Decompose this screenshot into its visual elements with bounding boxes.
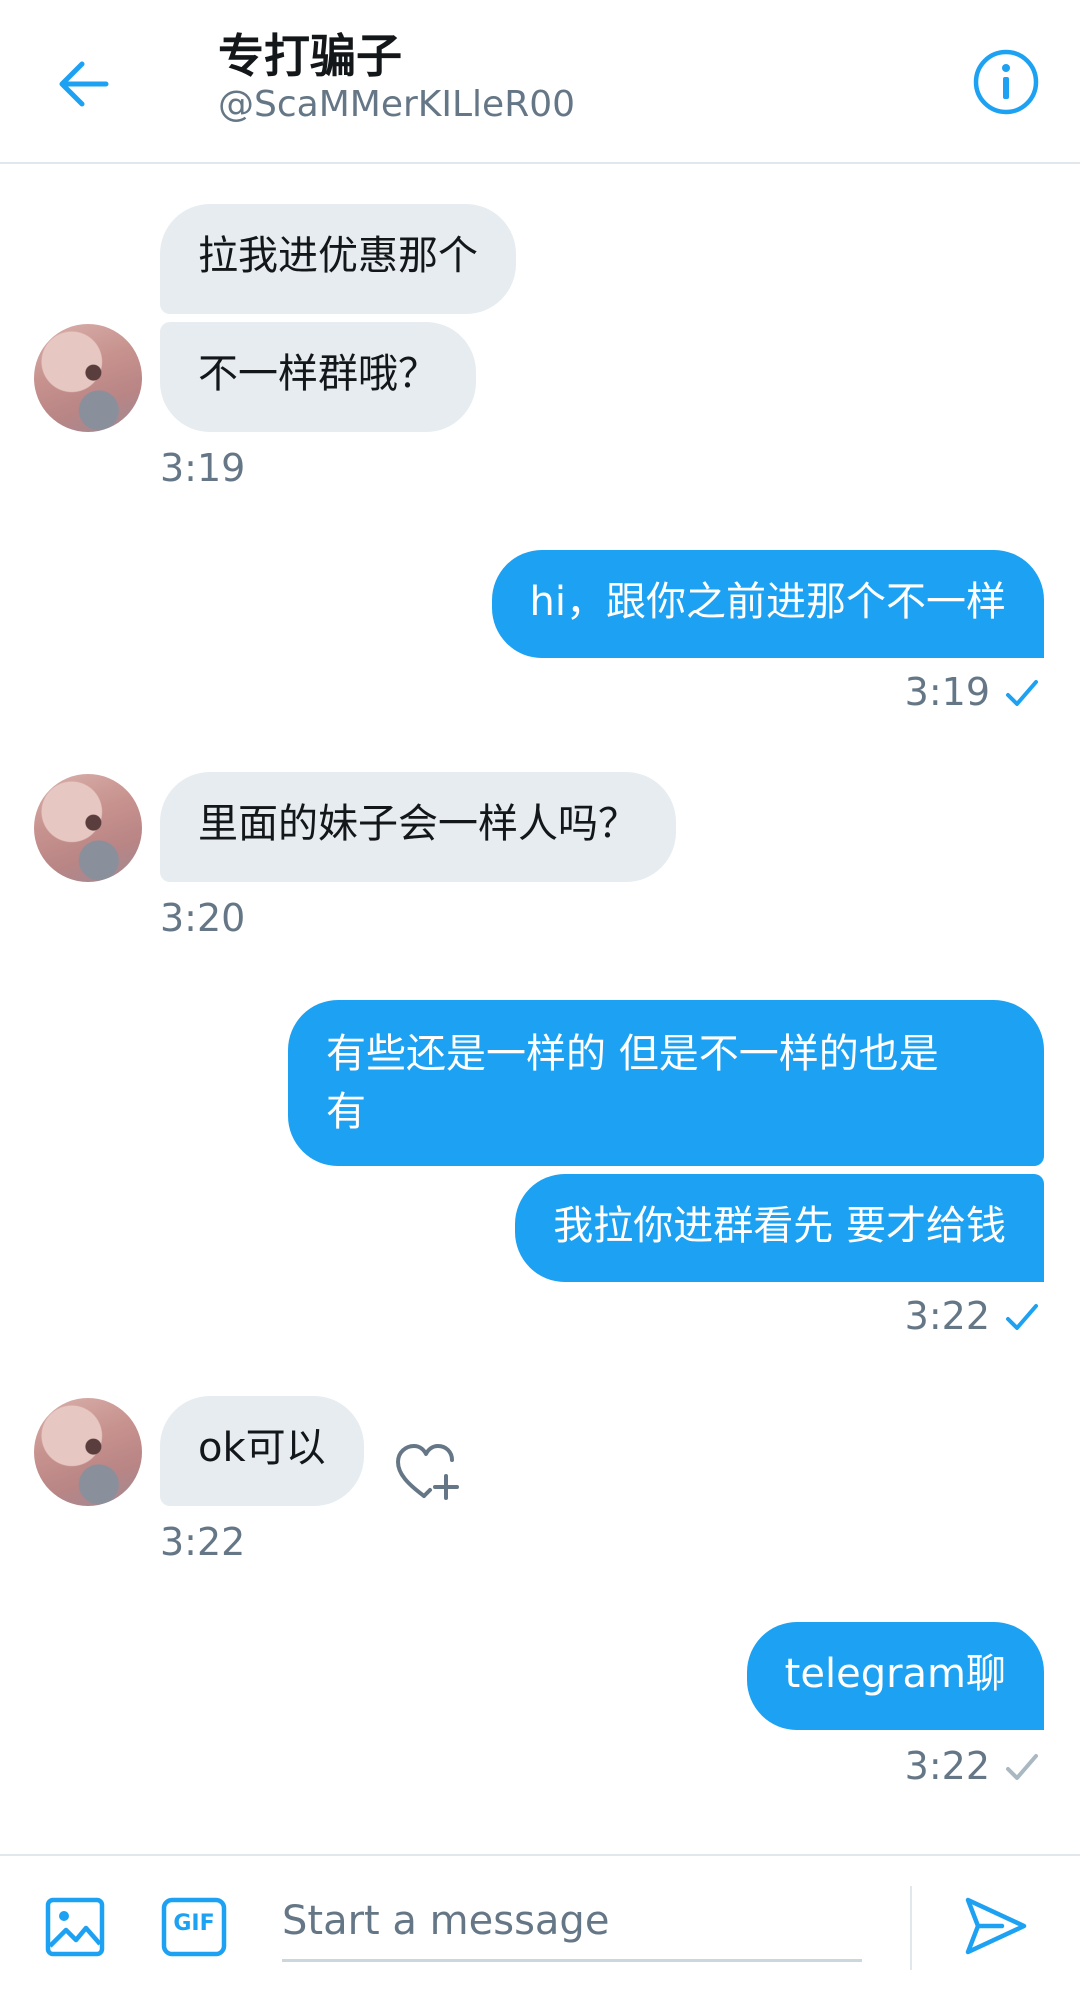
info-icon[interactable] [972, 48, 1040, 116]
outgoing-message-bubble[interactable]: telegram聊 [746, 1622, 1044, 1730]
outgoing-message-bubble[interactable]: 有些还是一样的 但是不一样的也是 有 [288, 1000, 1044, 1166]
message-timestamp: 3:20 [160, 896, 246, 940]
incoming-message-bubble[interactable]: 不一样群哦？ [160, 322, 476, 432]
incoming-message-bubble[interactable]: 拉我进优惠那个 [160, 204, 516, 314]
conversation-title: 专打骗子 [218, 29, 402, 83]
message-timestamp: 3:22 [160, 1520, 246, 1564]
message-composer: GIF [0, 1854, 1080, 1992]
message-text: 不一样群哦？ [198, 351, 438, 397]
message-text: 拉我进优惠那个 [198, 233, 478, 279]
message-text: telegram聊 [784, 1651, 1006, 1697]
avatar[interactable] [34, 1398, 142, 1506]
back-arrow-icon[interactable] [52, 52, 116, 116]
sending-check-icon [1006, 1754, 1038, 1780]
conversation-header: 专打骗子 @ScaMMerKILleR00 [0, 0, 1080, 164]
message-text-line: 有些还是一样的 但是不一样的也是 [326, 1031, 939, 1077]
gif-button[interactable]: GIF [160, 1896, 228, 1958]
message-text: ok可以 [198, 1425, 326, 1471]
avatar[interactable] [34, 324, 142, 432]
message-text: 我拉你进群看先 要才给钱 [553, 1203, 1006, 1249]
message-input[interactable] [282, 1882, 862, 1962]
message-timestamp: 3:22 [904, 1294, 990, 1338]
avatar[interactable] [34, 774, 142, 882]
conversation-handle: @ScaMMerKILleR00 [218, 84, 576, 125]
sent-check-icon [1006, 1304, 1038, 1330]
sent-check-icon [1006, 680, 1038, 706]
message-timestamp: 3:19 [160, 446, 246, 490]
incoming-message-bubble[interactable]: 里面的妹子会一样人吗？ [160, 772, 676, 882]
message-text: hi，跟你之前进那个不一样 [529, 579, 1006, 625]
image-icon[interactable] [44, 1896, 106, 1958]
message-text-line: 有 [326, 1089, 366, 1135]
outgoing-message-bubble[interactable]: 我拉你进群看先 要才给钱 [515, 1174, 1044, 1282]
incoming-message-bubble[interactable]: ok可以 [160, 1396, 364, 1506]
outgoing-message-bubble[interactable]: hi，跟你之前进那个不一样 [491, 550, 1044, 658]
message-timestamp: 3:19 [904, 670, 990, 714]
like-heart-icon[interactable] [394, 1440, 462, 1504]
composer-divider [910, 1886, 912, 1970]
message-text: 里面的妹子会一样人吗？ [198, 801, 638, 847]
send-icon[interactable] [962, 1892, 1030, 1960]
gif-label: GIF [173, 1911, 215, 1936]
message-timestamp: 3:22 [904, 1744, 990, 1788]
